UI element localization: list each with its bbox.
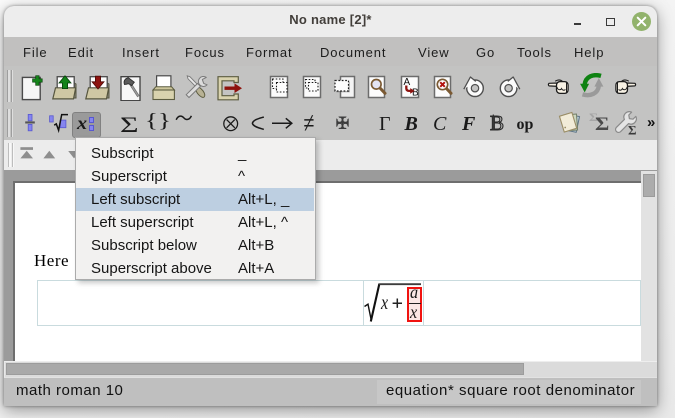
svg-text:B: B [412, 88, 419, 99]
svg-text:Σ: Σ [628, 123, 637, 138]
svg-text:B: B [490, 111, 504, 133]
